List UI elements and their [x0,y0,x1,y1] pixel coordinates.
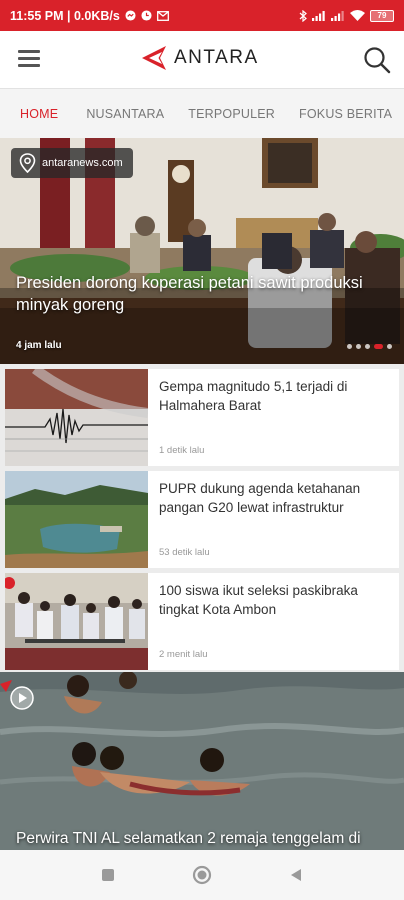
menu-button[interactable] [18,50,40,68]
carousel-dot[interactable] [356,344,361,349]
back-triangle-icon [291,869,301,881]
back-button[interactable] [284,863,308,887]
status-time: 11:55 PM | 0.0KB/s [10,8,120,23]
featured-image [0,672,404,850]
tab-nusantara[interactable]: NUSANTARA [74,89,176,138]
tab-terpopuler[interactable]: TERPOPULER [176,89,287,138]
logo-text: ANTARA [174,47,259,68]
carousel-dot[interactable] [365,344,370,349]
hero-title[interactable]: Presiden dorong koperasi petani sawit pr… [16,272,390,316]
featured-article[interactable]: Perwira TNI AL selamatkan 2 remaja tengg… [0,672,404,850]
clock-icon [141,10,152,21]
bluetooth-icon [299,9,307,22]
signal-icon [312,10,326,21]
messenger-icon [125,10,136,21]
tab-home[interactable]: HOME [0,89,74,138]
dam-aerial-image [5,471,148,568]
circle-icon [192,865,212,885]
article-card[interactable]: 100 siswa ikut seleksi paskibraka tingka… [5,573,399,670]
gmail-icon [156,10,169,21]
location-pin-icon [19,153,36,173]
carousel-dot[interactable] [387,344,392,349]
hero-time: 4 jam lalu [16,340,62,351]
source-label: antaranews.com [42,157,123,169]
home-button[interactable] [190,863,214,887]
square-icon [102,869,114,881]
wifi-icon [350,10,365,21]
carousel-dot[interactable] [347,344,352,349]
article-title: PUPR dukung agenda ketahanan pangan G20 … [159,481,361,515]
students-hall-image [5,573,148,670]
status-bar: 11:55 PM | 0.0KB/s 79 [0,0,404,31]
search-button[interactable] [362,45,392,75]
category-tabs: HOMENUSANTARATERPOPULERFOKUS BERITALI [0,88,404,138]
article-card[interactable]: Gempa magnitudo 5,1 terjadi di Halmahera… [5,369,399,466]
system-nav-bar [0,850,404,900]
hero-carousel[interactable]: antaranews.com [0,138,404,364]
search-icon [364,47,391,74]
article-time: 53 detik lalu [159,547,210,558]
tab-fokus-berita[interactable]: FOKUS BERITA [287,89,404,138]
battery-indicator: 79 [370,9,394,22]
seismograph-image [5,369,148,466]
recent-apps-button[interactable] [96,863,120,887]
article-time: 2 menit lalu [159,649,208,660]
article-title: 100 siswa ikut seleksi paskibraka tingka… [159,583,358,617]
signal-2-icon [331,10,345,21]
antara-logo[interactable]: ANTARA [140,45,259,71]
article-title: Gempa magnitudo 5,1 terjadi di Halmahera… [159,379,348,413]
carousel-indicator[interactable] [347,344,392,349]
article-time: 1 detik lalu [159,445,205,456]
source-badge: antaranews.com [11,148,133,178]
video-play-icon[interactable] [0,676,34,710]
app-bar: ANTARA [0,31,404,88]
article-card[interactable]: PUPR dukung agenda ketahanan pangan G20 … [5,471,399,568]
featured-title: Perwira TNI AL selamatkan 2 remaja tengg… [16,830,361,847]
carousel-dot[interactable] [374,344,383,349]
hamburger-icon [18,50,40,53]
antara-logo-icon [142,46,166,70]
